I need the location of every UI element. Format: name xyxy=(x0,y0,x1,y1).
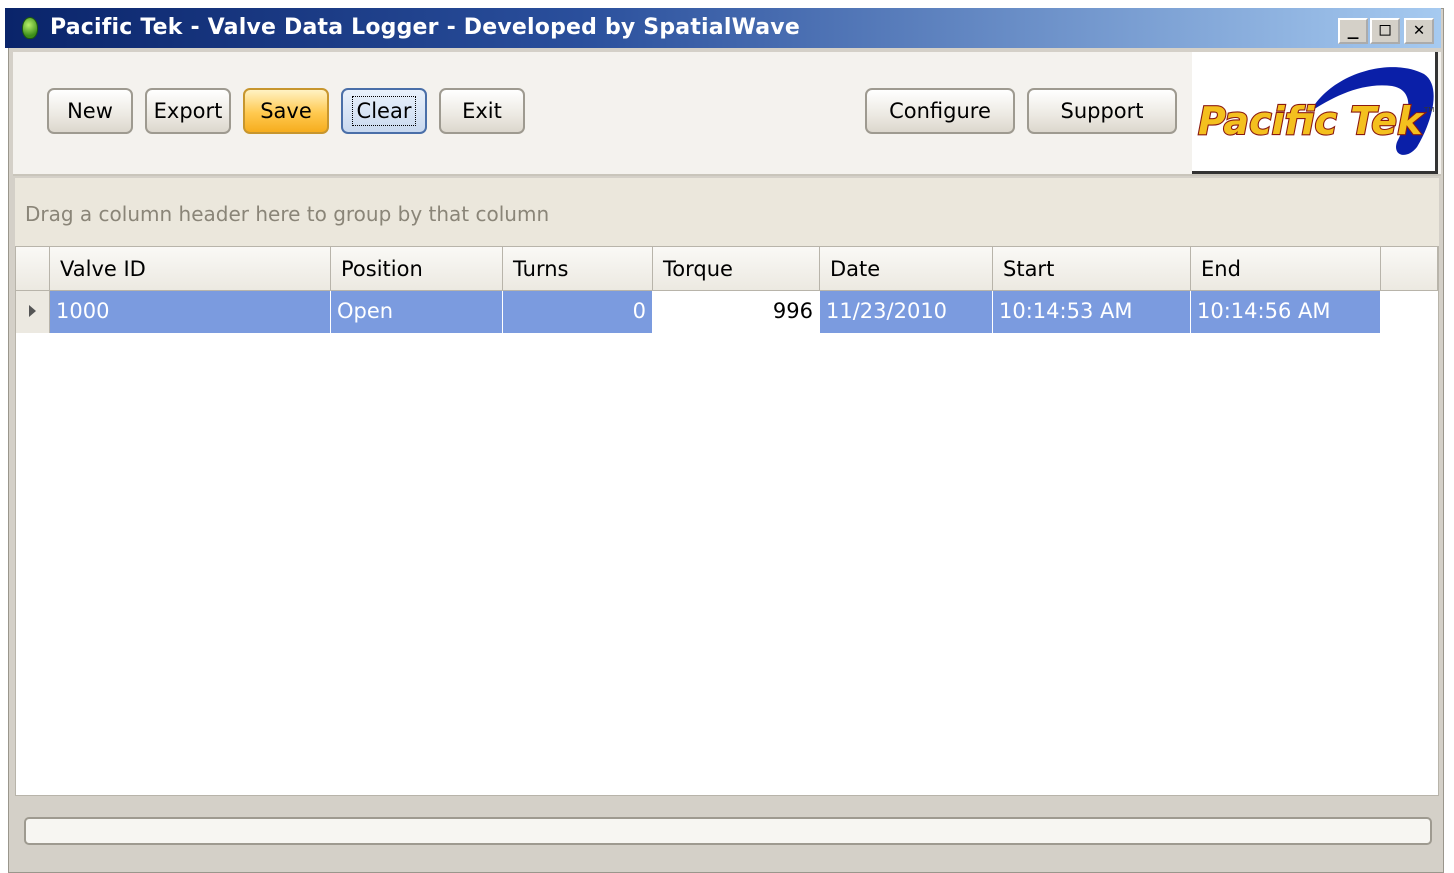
cell-end[interactable]: 10:14:56 AM xyxy=(1191,291,1381,333)
logo-text: Pacific Tek xyxy=(1198,99,1425,143)
export-button[interactable]: Export xyxy=(145,88,231,134)
column-header-valve-id[interactable]: Valve ID xyxy=(50,247,331,291)
group-by-hint: Drag a column header here to group by th… xyxy=(25,202,550,226)
cell-position[interactable]: Open xyxy=(331,291,503,333)
group-by-panel[interactable]: Drag a column header here to group by th… xyxy=(15,178,1439,248)
support-button[interactable]: Support xyxy=(1027,88,1177,134)
configure-button[interactable]: Configure xyxy=(865,88,1015,134)
minimize-button[interactable]: _ xyxy=(1338,18,1368,44)
cell-torque[interactable]: 996 xyxy=(653,291,820,333)
cell-start[interactable]: 10:14:53 AM xyxy=(993,291,1191,333)
save-button[interactable]: Save xyxy=(243,88,329,134)
pacific-tek-logo: Pacific Tek TM xyxy=(1192,52,1438,174)
clear-button[interactable]: Clear xyxy=(341,88,427,134)
row-selector[interactable] xyxy=(16,291,50,333)
column-header-position[interactable]: Position xyxy=(331,247,503,291)
column-header-filler xyxy=(1381,247,1438,291)
status-bar xyxy=(24,817,1432,845)
app-icon[interactable] xyxy=(22,17,38,39)
current-row-arrow-icon xyxy=(29,305,36,317)
title-bar[interactable]: Pacific Tek - Valve Data Logger - Develo… xyxy=(5,8,1441,48)
column-header-end[interactable]: End xyxy=(1191,247,1381,291)
new-button[interactable]: New xyxy=(47,88,133,134)
row-header-corner xyxy=(16,247,50,291)
window-title: Pacific Tek - Valve Data Logger - Develo… xyxy=(50,15,800,40)
data-grid[interactable]: Valve ID Position Turns Torque Date Star… xyxy=(15,246,1439,796)
column-header-turns[interactable]: Turns xyxy=(503,247,653,291)
maximize-button[interactable]: □ xyxy=(1370,18,1400,44)
clear-button-label: Clear xyxy=(351,96,417,126)
close-button[interactable]: ✕ xyxy=(1404,18,1434,44)
column-header-torque[interactable]: Torque xyxy=(653,247,820,291)
logo-trademark: TM xyxy=(1423,106,1434,114)
cell-valve-id[interactable]: 1000 xyxy=(50,291,331,333)
cell-date[interactable]: 11/23/2010 xyxy=(820,291,993,333)
cell-turns[interactable]: 0 xyxy=(503,291,653,333)
exit-button[interactable]: Exit xyxy=(439,88,525,134)
column-header-date[interactable]: Date xyxy=(820,247,993,291)
column-header-start[interactable]: Start xyxy=(993,247,1191,291)
